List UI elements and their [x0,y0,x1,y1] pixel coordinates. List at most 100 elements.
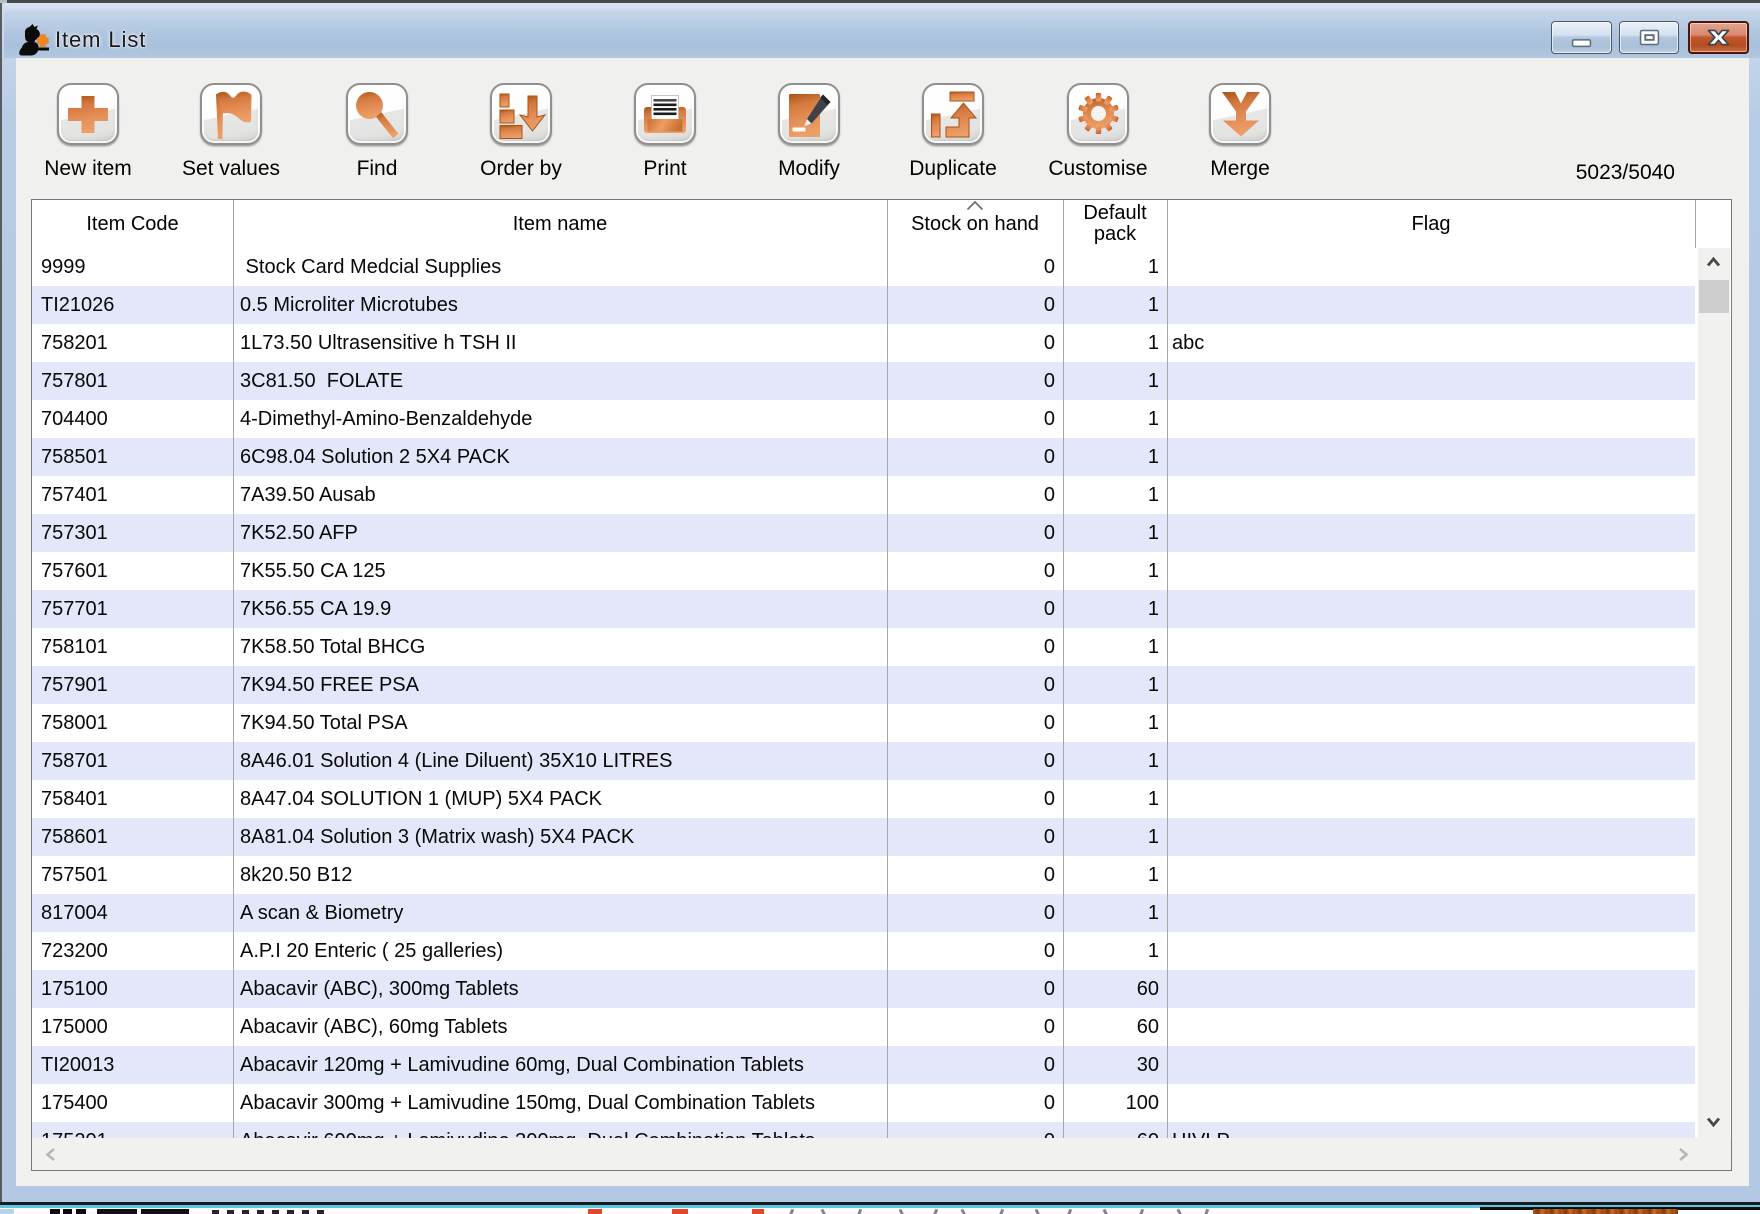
sort-arrow-icon[interactable] [490,83,552,145]
duplicate-arrow-icon[interactable] [922,83,984,145]
scroll-down-icon[interactable] [1706,1115,1721,1129]
toolbar-button-print[interactable]: Print [605,83,725,180]
cell-name: Abacavir 120mg + Lamivudine 60mg, Dual C… [233,1046,887,1084]
merge-arrow-icon[interactable] [1209,83,1271,145]
desktop-fragment [257,1210,264,1214]
desktop-fragment [97,1209,137,1214]
table-row[interactable]: 7576017K55.50 CA 12501 [32,552,1695,590]
toolbar-button-new-item[interactable]: New item [28,83,148,180]
desktop-fragment [588,1209,602,1214]
magnifier-icon[interactable] [346,83,408,145]
table-row[interactable]: 175201Abacavir 600mg + Lamivudine 300mg,… [32,1122,1695,1138]
cell-stock: 0 [887,514,1063,552]
cell-name: 3C81.50 FOLATE [233,362,887,400]
toolbar-button-label: Set values [171,158,291,180]
cell-name: 4-Dimethyl-Amino-Benzaldehyde [233,400,887,438]
table-row[interactable]: 7578013C81.50 FOLATE01 [32,362,1695,400]
table-row[interactable]: 7580017K94.50 Total PSA01 [32,704,1695,742]
cell-stock: 0 [887,970,1063,1008]
cell-stock: 0 [887,590,1063,628]
table-row[interactable]: 7586018A81.04 Solution 3 (Matrix wash) 5… [32,818,1695,856]
cell-pack: 1 [1063,704,1167,742]
cell-flag [1167,362,1695,400]
desktop-fragment [0,1209,14,1214]
cell-code: 757901 [32,666,233,704]
cell-pack: 1 [1063,856,1167,894]
vertical-scrollbar[interactable] [1698,248,1730,1138]
table-row[interactable]: 7582011L73.50 Ultrasensitive h TSH II01a… [32,324,1695,362]
cell-pack: 1 [1063,286,1167,324]
cell-code: 758701 [32,742,233,780]
cell-code: 758201 [32,324,233,362]
desktop-fragment [1533,1209,1678,1214]
gear-icon[interactable] [1067,83,1129,145]
cell-name: 7K58.50 Total BHCG [233,628,887,666]
desktop-fragment [50,1209,60,1214]
table-row[interactable]: 7584018A47.04 SOLUTION 1 (MUP) 5X4 PACK0… [32,780,1695,818]
column-header-default-pack[interactable]: Default pack [1063,200,1167,248]
cell-name: 1L73.50 Ultrasensitive h TSH II [233,324,887,362]
table-row[interactable]: 175400Abacavir 300mg + Lamivudine 150mg,… [32,1084,1695,1122]
minimize-button[interactable] [1551,21,1612,54]
maximize-button[interactable] [1619,21,1679,54]
cell-pack: 60 [1063,1122,1167,1138]
desktop-fragment [1139,1209,1144,1214]
table-row[interactable]: 7577017K56.55 CA 19.901 [32,590,1695,628]
table-row[interactable]: 7579017K94.50 FREE PSA01 [32,666,1695,704]
cell-code: 757701 [32,590,233,628]
cell-pack: 1 [1063,324,1167,362]
scroll-up-icon[interactable] [1706,255,1721,269]
table-row[interactable]: 7574017A39.50 Ausab01 [32,476,1695,514]
column-separator [887,200,888,1138]
cell-code: TI20013 [32,1046,233,1084]
horizontal-scrollbar[interactable] [32,1138,1731,1170]
table-row[interactable]: 7581017K58.50 Total BHCG01 [32,628,1695,666]
cell-code: 723200 [32,932,233,970]
new-item-plus-icon[interactable] [57,83,119,145]
table-row[interactable]: 7585016C98.04 Solution 2 5X4 PACK01 [32,438,1695,476]
table-row[interactable]: 7587018A46.01 Solution 4 (Line Diluent) … [32,742,1695,780]
table-row[interactable]: TI210260.5 Microliter Microtubes01 [32,286,1695,324]
toolbar-button-find[interactable]: Find [317,83,437,180]
toolbar-button-merge[interactable]: Merge [1180,83,1300,180]
cell-stock: 0 [887,400,1063,438]
cell-code: 175400 [32,1084,233,1122]
cell-name: 8A46.01 Solution 4 (Line Diluent) 35X10 … [233,742,887,780]
table-row[interactable]: 9999 Stock Card Medcial Supplies01 [32,248,1695,286]
cell-stock: 0 [887,780,1063,818]
toolbar-button-modify[interactable]: Modify [749,83,869,180]
scroll-left-icon[interactable] [44,1147,57,1162]
column-header-flag[interactable]: Flag [1167,200,1695,248]
table-row[interactable]: 7575018k20.50 B1201 [32,856,1695,894]
scroll-right-icon[interactable] [1677,1147,1690,1162]
sort-ascending-icon [966,198,984,216]
table-row[interactable]: 723200A.P.I 20 Enteric ( 25 galleries)01 [32,932,1695,970]
toolbar-button-set-values[interactable]: Set values [171,83,291,180]
table-row[interactable]: 175000Abacavir (ABC), 60mg Tablets060 [32,1008,1695,1046]
table-row[interactable]: 175100Abacavir (ABC), 300mg Tablets060 [32,970,1695,1008]
toolbar-button-customise[interactable]: Customise [1038,83,1158,180]
desktop-fragment [212,1210,219,1214]
titlebar[interactable]: Item List [4,3,1760,58]
cell-name: 6C98.04 Solution 2 5X4 PACK [233,438,887,476]
cell-pack: 100 [1063,1084,1167,1122]
column-header-item-name[interactable]: Item name [233,200,887,248]
cell-code: 704400 [32,400,233,438]
table-row[interactable]: 7573017K52.50 AFP01 [32,514,1695,552]
toolbar-button-order-by[interactable]: Order by [461,83,581,180]
table-row[interactable]: 817004A scan & Biometry01 [32,894,1695,932]
table-row[interactable]: 7044004-Dimethyl-Amino-Benzaldehyde01 [32,400,1695,438]
vertical-scroll-thumb[interactable] [1699,280,1729,313]
table-row[interactable]: TI20013Abacavir 120mg + Lamivudine 60mg,… [32,1046,1695,1084]
cell-name: 7K94.50 Total PSA [233,704,887,742]
cell-flag [1167,1084,1695,1122]
cell-pack: 1 [1063,552,1167,590]
column-header-item-code[interactable]: Item Code [32,200,233,248]
close-button[interactable] [1688,21,1749,54]
flag-icon[interactable] [200,83,262,145]
cell-name: 8A81.04 Solution 3 (Matrix wash) 5X4 PAC… [233,818,887,856]
printer-icon[interactable] [634,83,696,145]
cell-code: 757301 [32,514,233,552]
edit-pencil-icon[interactable] [778,83,840,145]
toolbar-button-duplicate[interactable]: Duplicate [893,83,1013,180]
